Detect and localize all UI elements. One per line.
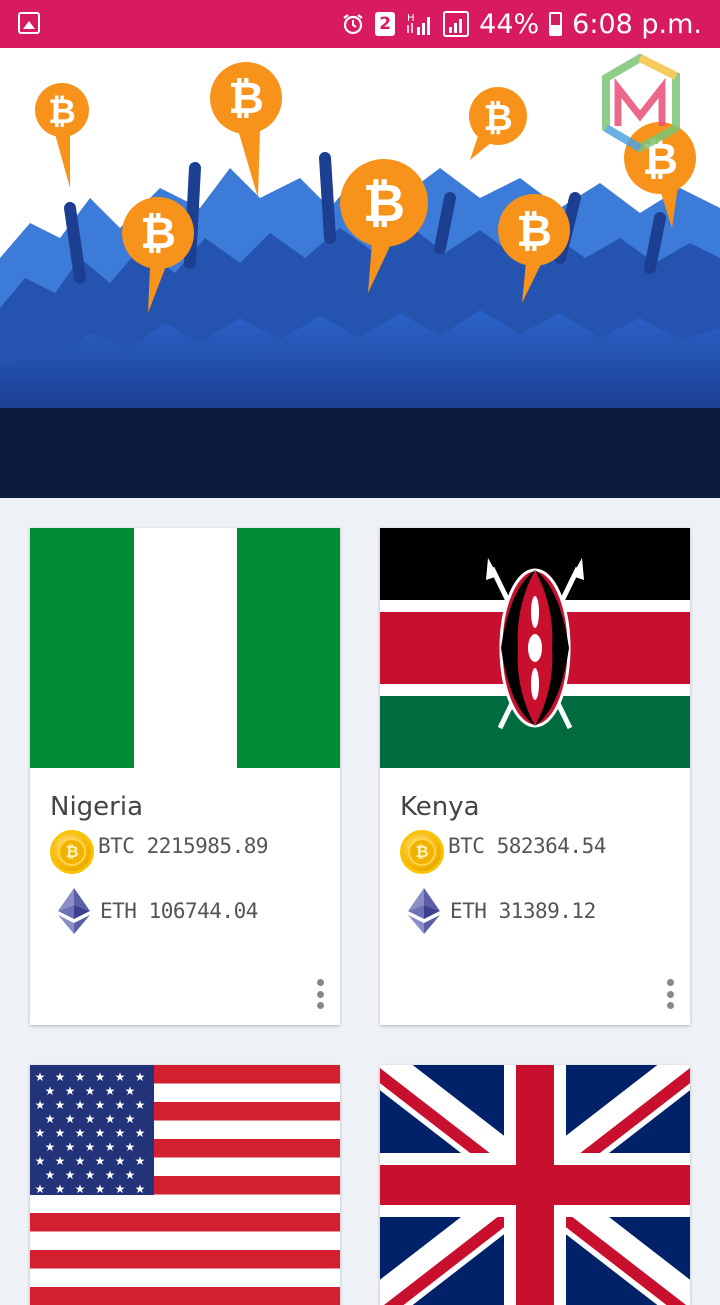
bitcoin-coin-icon: ₿ <box>400 830 444 874</box>
svg-text:★: ★ <box>85 1112 96 1126</box>
sim-badge: 2 <box>375 12 396 36</box>
country-grid: Nigeria ₿ BTC 2215985.89 ETH 106744.04 K… <box>0 498 720 1305</box>
svg-text:★: ★ <box>75 1182 86 1196</box>
svg-text:★: ★ <box>105 1140 116 1154</box>
svg-text:★: ★ <box>55 1098 66 1112</box>
svg-text:H: H <box>407 13 415 24</box>
btc-value: BTC 582364.54 <box>448 834 606 858</box>
country-card-kenya[interactable]: Kenya ₿ BTC 582364.54 ETH 31389.12 <box>380 528 690 1025</box>
svg-text:★: ★ <box>105 1112 116 1126</box>
country-name: Nigeria <box>50 792 144 822</box>
bitcoin-coin-icon: ₿ <box>50 830 94 874</box>
svg-text:★: ★ <box>115 1154 126 1168</box>
signal-strength-icon <box>443 11 470 37</box>
svg-text:₿: ₿ <box>48 92 76 132</box>
hero-banner: ₿ ₿ ₿ ₿ ₿ ₿ ₿ <box>0 48 720 498</box>
svg-text:★: ★ <box>95 1070 106 1084</box>
svg-text:★: ★ <box>35 1182 46 1196</box>
clock: 6:08 p.m. <box>572 8 702 40</box>
svg-text:₿: ₿ <box>140 208 176 259</box>
svg-text:★: ★ <box>75 1070 86 1084</box>
btc-row: ₿ BTC 582364.54 <box>400 830 606 874</box>
gallery-notification-icon <box>18 12 40 34</box>
svg-text:★: ★ <box>135 1126 146 1140</box>
svg-text:★: ★ <box>35 1070 46 1084</box>
country-name: Kenya <box>400 792 480 822</box>
battery-percent: 44% <box>479 8 540 40</box>
svg-text:★: ★ <box>115 1126 126 1140</box>
more-options-icon[interactable] <box>316 979 324 1009</box>
svg-text:★: ★ <box>85 1168 96 1182</box>
ethereum-icon <box>408 888 440 934</box>
svg-text:★: ★ <box>125 1112 136 1126</box>
nigeria-flag <box>30 528 340 768</box>
svg-text:★: ★ <box>45 1168 56 1182</box>
svg-text:★: ★ <box>75 1098 86 1112</box>
svg-text:★: ★ <box>75 1154 86 1168</box>
svg-text:★: ★ <box>45 1084 56 1098</box>
svg-text:★: ★ <box>55 1182 66 1196</box>
svg-text:★: ★ <box>125 1168 136 1182</box>
svg-text:★: ★ <box>65 1112 76 1126</box>
eth-value: ETH 31389.12 <box>450 899 596 923</box>
bitcoin-crowd-illustration: ₿ ₿ ₿ ₿ ₿ ₿ ₿ <box>0 48 720 498</box>
svg-text:★: ★ <box>65 1168 76 1182</box>
svg-text:★: ★ <box>135 1098 146 1112</box>
svg-text:★: ★ <box>115 1182 126 1196</box>
svg-text:★: ★ <box>85 1084 96 1098</box>
svg-text:★: ★ <box>35 1154 46 1168</box>
eth-row: ETH 31389.12 <box>408 888 596 934</box>
svg-text:₿: ₿ <box>516 206 552 257</box>
eth-row: ETH 106744.04 <box>58 888 258 934</box>
svg-text:★: ★ <box>85 1140 96 1154</box>
country-card-nigeria[interactable]: Nigeria ₿ BTC 2215985.89 ETH 106744.04 <box>30 528 340 1025</box>
signal-h-icon: H <box>407 13 431 35</box>
ethereum-icon <box>58 888 90 934</box>
svg-text:★: ★ <box>55 1126 66 1140</box>
battery-icon <box>549 12 563 36</box>
more-options-icon[interactable] <box>666 979 674 1009</box>
svg-text:★: ★ <box>95 1098 106 1112</box>
btc-value: BTC 2215985.89 <box>98 834 269 858</box>
svg-text:★: ★ <box>125 1140 136 1154</box>
svg-text:★: ★ <box>45 1112 56 1126</box>
svg-text:★: ★ <box>135 1070 146 1084</box>
svg-text:★: ★ <box>95 1126 106 1140</box>
status-icons: 2 H 44% 6:08 p.m. <box>341 0 702 48</box>
country-card-uk[interactable] <box>380 1065 690 1305</box>
uk-flag <box>380 1065 690 1305</box>
status-bar: 2 H 44% 6:08 p.m. <box>0 0 720 48</box>
svg-text:₿: ₿ <box>483 98 512 139</box>
svg-text:★: ★ <box>135 1154 146 1168</box>
country-card-usa[interactable]: ★ ★ ★ ★ ★ ★ ★ ★ ★ ★ ★ ★ ★ ★ ★ ★ ★ ★ ★ ★ ★ ★ ★ ★ ★ ★ ★ ★ ★ ★ ★ ★ ★ ★… <box>30 1065 340 1305</box>
svg-text:★: ★ <box>65 1084 76 1098</box>
svg-text:★: ★ <box>125 1084 136 1098</box>
svg-text:★: ★ <box>75 1126 86 1140</box>
svg-text:₿: ₿ <box>228 73 264 124</box>
svg-text:★: ★ <box>35 1126 46 1140</box>
svg-text:★: ★ <box>115 1098 126 1112</box>
svg-text:★: ★ <box>115 1070 126 1084</box>
svg-text:★: ★ <box>95 1182 106 1196</box>
svg-text:★: ★ <box>105 1168 116 1182</box>
usa-flag: ★ ★ ★ ★ ★ ★ ★ ★ ★ ★ ★ ★ ★ ★ ★ ★ ★ ★ ★ ★ ★ ★ ★ ★ ★ ★ ★ ★ ★ ★ ★ ★ ★ ★… <box>30 1065 340 1305</box>
svg-text:★: ★ <box>35 1098 46 1112</box>
svg-text:₿: ₿ <box>363 174 405 234</box>
svg-text:★: ★ <box>55 1070 66 1084</box>
svg-text:★: ★ <box>45 1140 56 1154</box>
svg-text:★: ★ <box>105 1084 116 1098</box>
alarm-icon <box>343 14 363 35</box>
btc-row: ₿ BTC 2215985.89 <box>50 830 269 874</box>
eth-value: ETH 106744.04 <box>100 899 258 923</box>
svg-text:★: ★ <box>65 1140 76 1154</box>
svg-text:★: ★ <box>95 1154 106 1168</box>
kenya-flag <box>380 528 690 768</box>
svg-text:★: ★ <box>135 1182 146 1196</box>
svg-text:★: ★ <box>55 1154 66 1168</box>
